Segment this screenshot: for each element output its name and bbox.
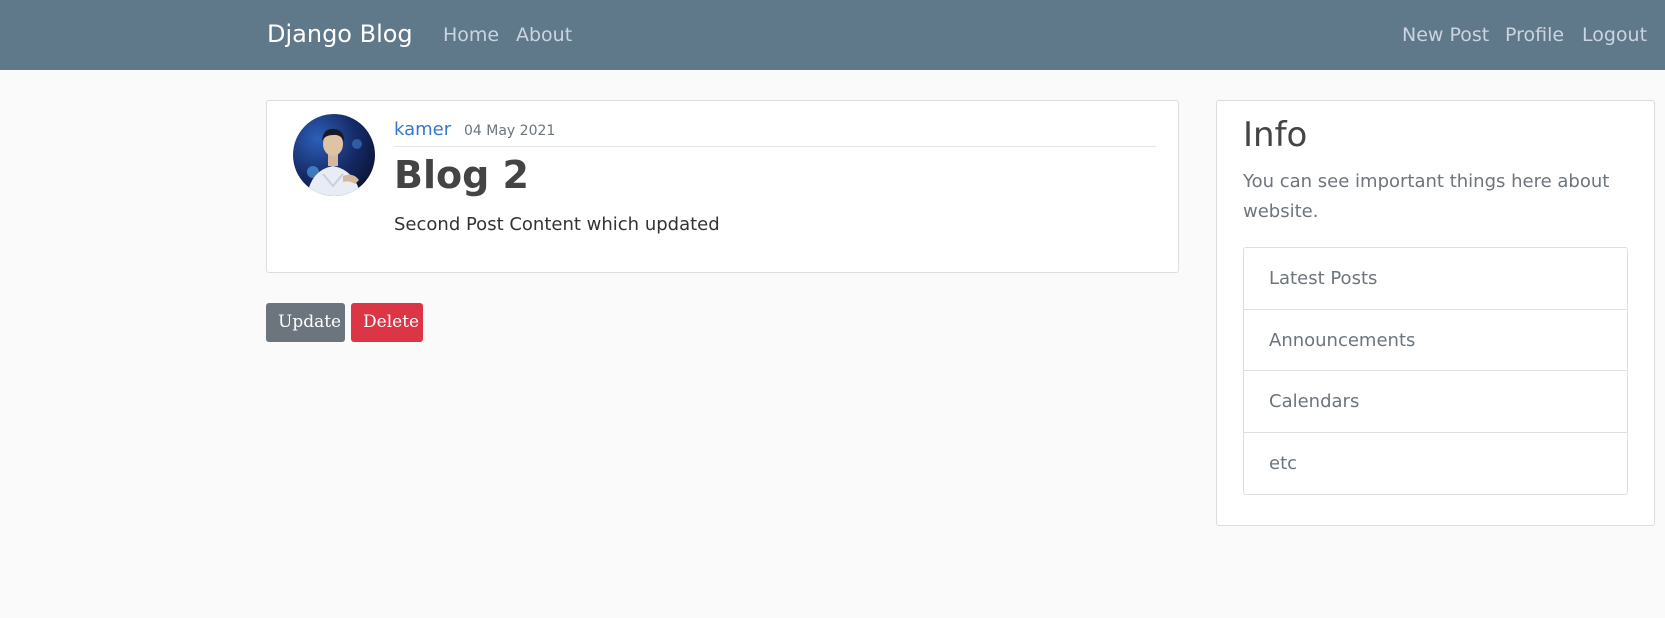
avatar-photo — [293, 114, 375, 196]
post-content: Second Post Content which updated — [394, 214, 720, 235]
nav-logout-link[interactable]: Logout — [1582, 24, 1647, 46]
sidebar-list: Latest Posts Announcements Calendars etc — [1243, 247, 1628, 495]
author-link[interactable]: kamer — [394, 119, 451, 140]
sidebar-item-calendars[interactable]: Calendars — [1244, 371, 1627, 433]
brand-link[interactable]: Django Blog — [267, 20, 413, 48]
update-button[interactable]: Update — [266, 303, 345, 342]
sidebar-item-latest-posts[interactable]: Latest Posts — [1244, 248, 1627, 310]
info-sidebar: Info You can see important things here a… — [1216, 100, 1655, 526]
post-date: 04 May 2021 — [464, 123, 556, 139]
nav-home-link[interactable]: Home — [443, 24, 499, 46]
top-navbar: Django Blog Home About New Post Profile … — [0, 0, 1665, 70]
post-title: Blog 2 — [394, 153, 529, 197]
sidebar-description: You can see important things here about … — [1243, 171, 1610, 222]
sidebar-title: Info — [1243, 115, 1308, 155]
post-card: kamer 04 May 2021 Blog 2 Second Post Con… — [266, 100, 1179, 273]
author-avatar — [293, 114, 375, 196]
delete-button[interactable]: Delete — [351, 303, 423, 342]
sidebar-item-announcements[interactable]: Announcements — [1244, 310, 1627, 371]
post-meta: kamer 04 May 2021 — [394, 119, 1156, 147]
nav-about-link[interactable]: About — [516, 24, 572, 46]
nav-new-post-link[interactable]: New Post — [1402, 24, 1489, 46]
sidebar-item-etc[interactable]: etc — [1244, 433, 1627, 495]
nav-profile-link[interactable]: Profile — [1505, 24, 1564, 46]
